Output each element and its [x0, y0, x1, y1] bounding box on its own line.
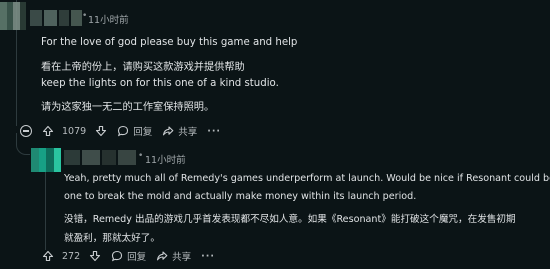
vote-score: 272	[62, 250, 81, 262]
share-button[interactable]: 共享	[162, 124, 197, 138]
comment-thread: • 11小时前 For the love of god please buy t…	[0, 0, 550, 269]
share-label: 共享	[178, 127, 198, 138]
more-options-button[interactable]: ···	[201, 251, 215, 262]
share-label: 共享	[172, 252, 192, 263]
vote-group: 272	[42, 250, 101, 262]
arrow-down-icon[interactable]	[89, 250, 101, 262]
more-options-icon: ···	[207, 125, 222, 137]
meta-separator: •	[138, 151, 144, 161]
speech-bubble-icon	[117, 125, 129, 137]
timestamp[interactable]: 11小时前	[88, 12, 129, 26]
comment-text-line: keep the lights on for this one of a kin…	[41, 78, 279, 89]
avatar[interactable]	[0, 2, 26, 30]
thread-connector	[16, 133, 30, 155]
vote-score: 1079	[62, 125, 87, 137]
reply-label: 回复	[127, 252, 147, 263]
reply-text-line: one to break the mold and actually make …	[64, 191, 417, 202]
comment-text-line: For the love of god please buy this game…	[41, 37, 298, 48]
vote-group: 1079	[42, 125, 107, 137]
thread-line[interactable]	[45, 172, 46, 250]
share-button[interactable]: 共享	[156, 249, 191, 263]
share-arrow-icon	[156, 250, 168, 262]
arrow-up-icon[interactable]	[42, 250, 54, 262]
arrow-down-icon[interactable]	[95, 125, 107, 137]
reply-button[interactable]: 回复	[117, 124, 152, 138]
arrow-up-icon[interactable]	[42, 125, 54, 137]
reply-action-bar: 272 回复 共享 ···	[42, 248, 225, 264]
reply-button[interactable]: 回复	[111, 249, 146, 263]
reply-text-line: 没错，Remedy 出品的游戏几乎首发表现都不尽如人意。如果《Resonant》…	[64, 214, 516, 225]
username-redacted[interactable]	[30, 10, 82, 26]
username-redacted[interactable]	[64, 150, 138, 165]
share-arrow-icon	[162, 125, 174, 137]
meta-separator: •	[82, 11, 88, 21]
comment-text-line: 请为这家独一无二的工作室保持照明。	[41, 102, 215, 113]
comment-text-line: 看在上帝的份上，请购买这款游戏并提供帮助	[41, 62, 245, 73]
avatar[interactable]	[31, 148, 61, 172]
timestamp[interactable]: 11小时前	[145, 152, 186, 166]
reply-label: 回复	[133, 127, 153, 138]
speech-bubble-icon	[111, 250, 123, 262]
reply-text-line: Yeah, pretty much all of Remedy's games …	[64, 173, 550, 184]
more-options-icon: ···	[201, 250, 215, 262]
more-options-button[interactable]: ···	[207, 126, 221, 137]
comment-action-bar: 1079 回复 共享 ···	[42, 123, 231, 139]
reply-text-line: 就盈利，那就太好了。	[64, 233, 160, 244]
